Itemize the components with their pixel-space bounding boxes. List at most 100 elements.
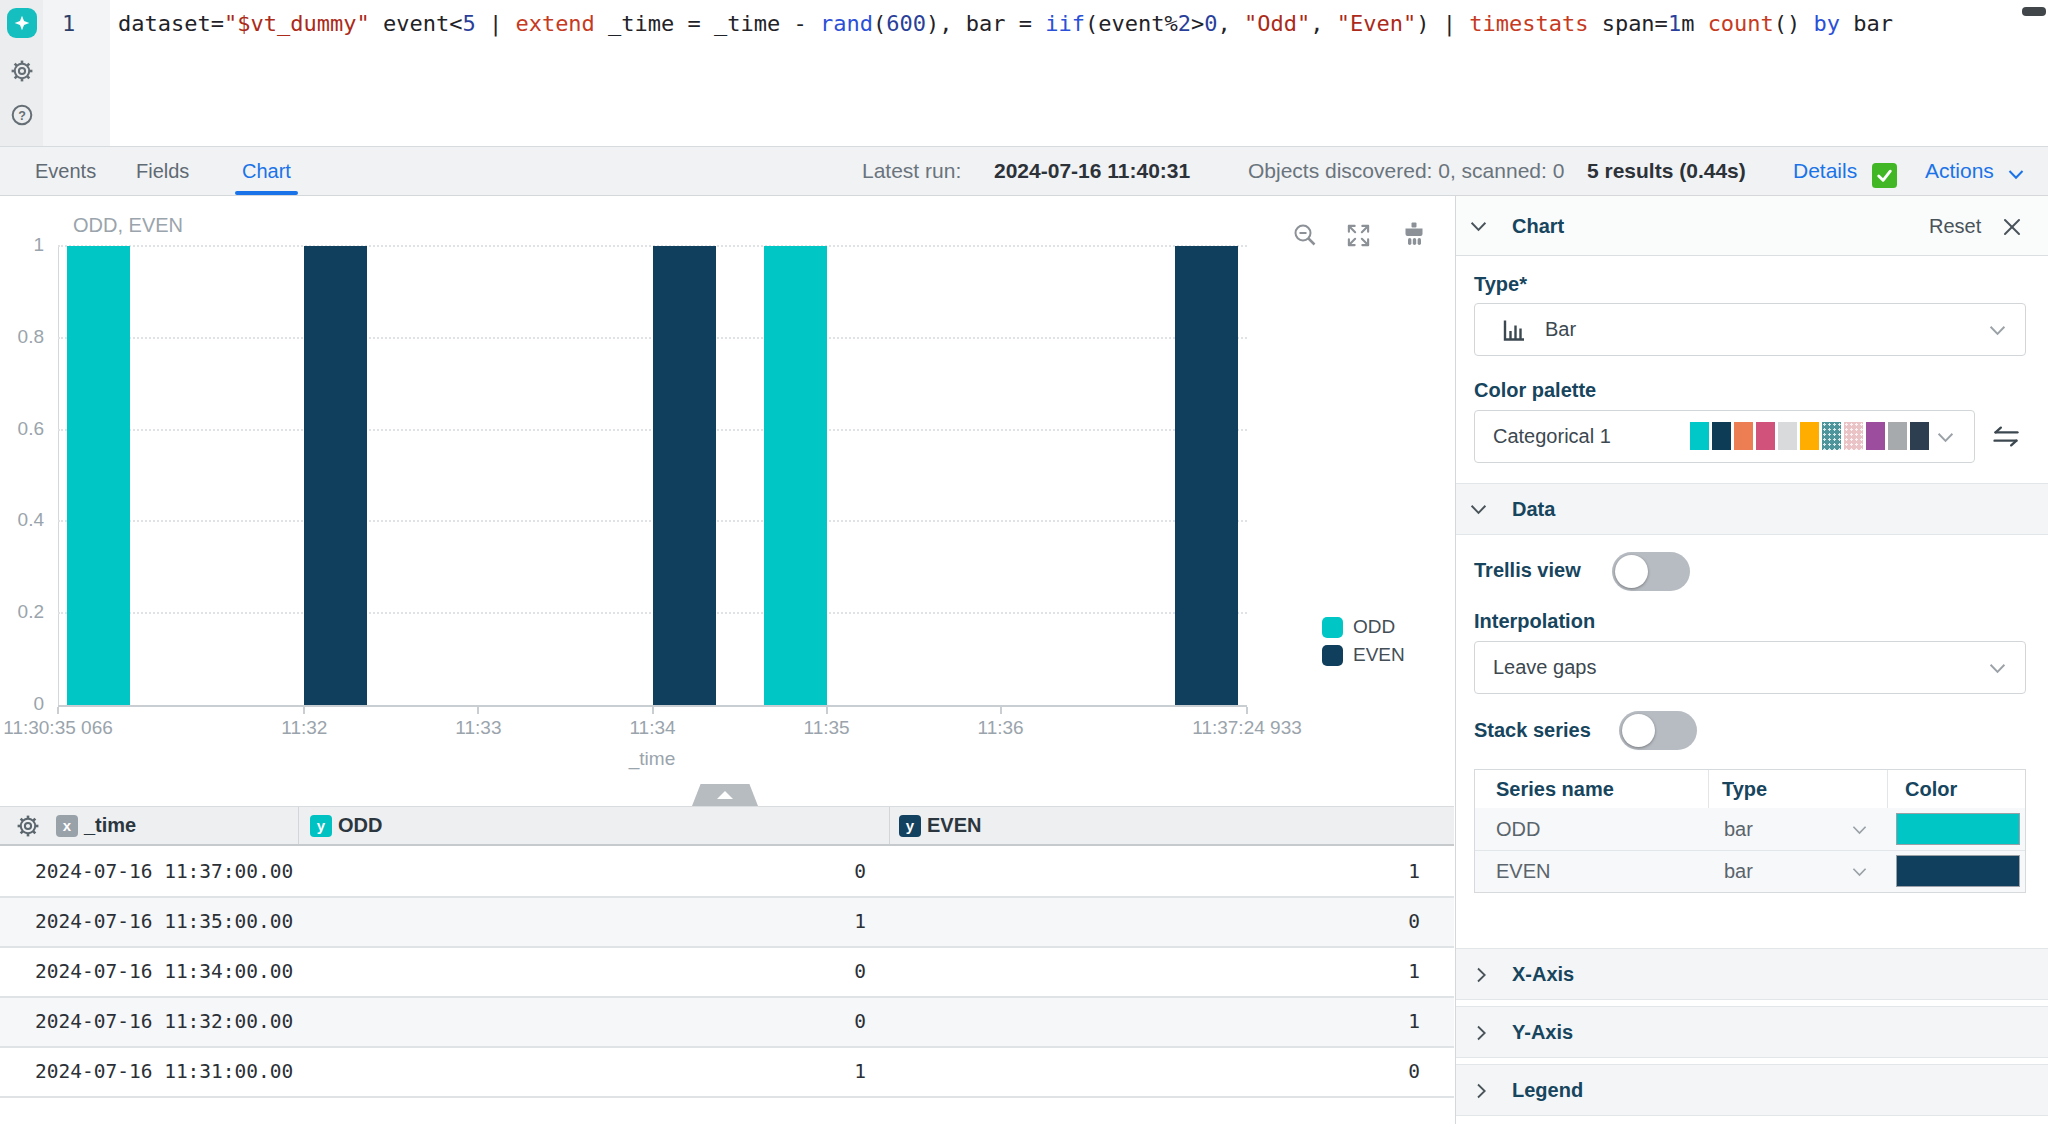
series-table-header-0: Series name: [1496, 769, 1614, 808]
details-check-icon[interactable]: [1872, 163, 1897, 188]
query-token: ,: [1310, 11, 1337, 36]
bar-chart-icon: [1501, 317, 1527, 343]
series-color-swatch[interactable]: [1896, 855, 2020, 887]
query-token: extend: [515, 11, 594, 36]
query-token: 5: [462, 11, 475, 36]
cell-time: 2024-07-16 11:34:00.00: [35, 948, 293, 996]
tab-events[interactable]: Events: [35, 147, 96, 195]
query-token: "Even": [1337, 11, 1416, 36]
palette-swatch-1: [1712, 422, 1731, 450]
table-row[interactable]: 2024-07-16 11:37:00.0001: [0, 848, 1454, 898]
scrollbar-thumb[interactable]: [2022, 7, 2046, 16]
x-axis-tick: [57, 707, 59, 714]
column-header-time[interactable]: _time: [84, 806, 136, 844]
x-axis-tick-label: 11:34: [553, 717, 753, 739]
query-editor: ? 1 dataset="$vt_dummy" event<5 | extend…: [0, 0, 2048, 147]
query-token: span=: [1588, 11, 1667, 36]
swap-colors-icon[interactable]: [1990, 423, 2022, 450]
series-color-swatch[interactable]: [1896, 813, 2020, 845]
chart-bar-even[interactable]: [1175, 246, 1238, 705]
column-badge-time: x: [56, 815, 78, 837]
x-axis-tick-label: 11:37:24 933: [1147, 717, 1347, 739]
x-axis-name: _time: [592, 748, 712, 770]
section-label-legend: Legend: [1512, 1064, 1583, 1116]
query-token: by: [1814, 11, 1841, 36]
cell-even: 0: [889, 1048, 1420, 1096]
x-axis-tick: [1246, 707, 1248, 714]
reset-button[interactable]: Reset: [1929, 196, 1981, 256]
latest-run-value: 2024-07-16 11:40:31: [994, 147, 1190, 195]
chart-title: ODD, EVEN: [73, 214, 183, 237]
palette-swatch-0: [1690, 422, 1709, 450]
query-token: ) |: [1416, 11, 1469, 36]
chart-bar-odd[interactable]: [764, 246, 827, 705]
chart-bar-even[interactable]: [653, 246, 716, 705]
palette-swatch-5: [1800, 422, 1819, 450]
palette-chevron-down-icon: [1937, 432, 1954, 443]
interpolation-value: Leave gaps: [1493, 642, 1596, 693]
settings-gear-icon[interactable]: [10, 59, 34, 83]
zoom-out-icon[interactable]: [1292, 222, 1318, 248]
chart-bar-odd[interactable]: [67, 246, 130, 705]
x-axis-tick-label: 11:35: [727, 717, 927, 739]
series-table-header-1: Type: [1722, 769, 1767, 808]
section-chevron-right-icon: [1476, 1025, 1487, 1041]
tab-fields[interactable]: Fields: [136, 147, 189, 195]
chart-legend: ODD EVEN: [1322, 616, 1405, 672]
x-axis-line: [58, 705, 1247, 707]
table-row[interactable]: 2024-07-16 11:34:00.0001: [0, 948, 1454, 998]
cell-odd: 1: [298, 1048, 866, 1096]
actions-chevron-down-icon: [2008, 169, 2024, 180]
trellis-view-toggle[interactable]: [1612, 552, 1690, 591]
left-rail: ?: [0, 0, 43, 146]
query-token: dataset=: [118, 11, 224, 36]
y-axis-line: [58, 246, 59, 705]
palette-swatches: [1690, 422, 1929, 450]
interpolation-select[interactable]: Leave gaps: [1474, 641, 2026, 694]
expand-icon[interactable]: [1346, 223, 1371, 248]
table-settings-gear-icon[interactable]: [16, 814, 40, 838]
line-number: 1: [62, 9, 75, 39]
collapse-arrow-up-icon: [717, 791, 733, 799]
close-panel-icon[interactable]: [2002, 217, 2022, 237]
series-type-chevron-down-icon: [1852, 825, 1867, 835]
series-type-select[interactable]: bar: [1724, 808, 1753, 850]
query-token: "Odd": [1244, 11, 1310, 36]
column-header-even[interactable]: EVEN: [927, 806, 981, 844]
details-link[interactable]: Details: [1793, 147, 1857, 195]
y-axis-label: 0.2: [0, 601, 44, 623]
cell-even: 0: [889, 898, 1420, 946]
query-input[interactable]: dataset="$vt_dummy" event<5 | extend _ti…: [118, 9, 1893, 39]
table-row[interactable]: 2024-07-16 11:31:00.0010: [0, 1048, 1454, 1098]
chart-section-chevron-down-icon[interactable]: [1470, 221, 1487, 232]
legend-item-odd[interactable]: ODD: [1322, 616, 1405, 638]
cell-even: 1: [889, 998, 1420, 1046]
table-row[interactable]: 2024-07-16 11:35:00.0010: [0, 898, 1454, 948]
cell-time: 2024-07-16 11:37:00.00: [35, 848, 293, 896]
section-label-x-axis: X-Axis: [1512, 948, 1574, 1000]
legend-label: EVEN: [1353, 644, 1405, 666]
y-axis-label: 0.4: [0, 509, 44, 531]
query-token: >: [1191, 11, 1204, 36]
stack-series-toggle[interactable]: [1619, 711, 1697, 750]
query-token: (event%: [1085, 11, 1178, 36]
palette-swatch-4: [1778, 422, 1797, 450]
help-icon[interactable]: ?: [10, 103, 34, 127]
series-type-select[interactable]: bar: [1724, 850, 1753, 892]
table-row[interactable]: 2024-07-16 11:32:00.0001: [0, 998, 1454, 1048]
cell-odd: 0: [298, 948, 866, 996]
type-select[interactable]: Bar: [1474, 303, 2026, 356]
actions-link[interactable]: Actions: [1925, 147, 1994, 195]
x-axis-tick: [826, 707, 828, 714]
results-count: 5 results (0.44s): [1587, 147, 1746, 195]
chart-bar-even[interactable]: [304, 246, 367, 705]
query-token: rand: [820, 11, 873, 36]
style-brush-icon[interactable]: [1401, 221, 1427, 247]
palette-value: Categorical 1: [1493, 411, 1611, 462]
series-type-chevron-down-icon: [1852, 867, 1867, 877]
y-axis-label: 0: [0, 693, 44, 715]
app-logo-icon[interactable]: [7, 8, 37, 38]
column-header-odd[interactable]: ODD: [338, 806, 382, 844]
tab-chart[interactable]: Chart: [242, 147, 291, 195]
legend-item-even[interactable]: EVEN: [1322, 644, 1405, 666]
